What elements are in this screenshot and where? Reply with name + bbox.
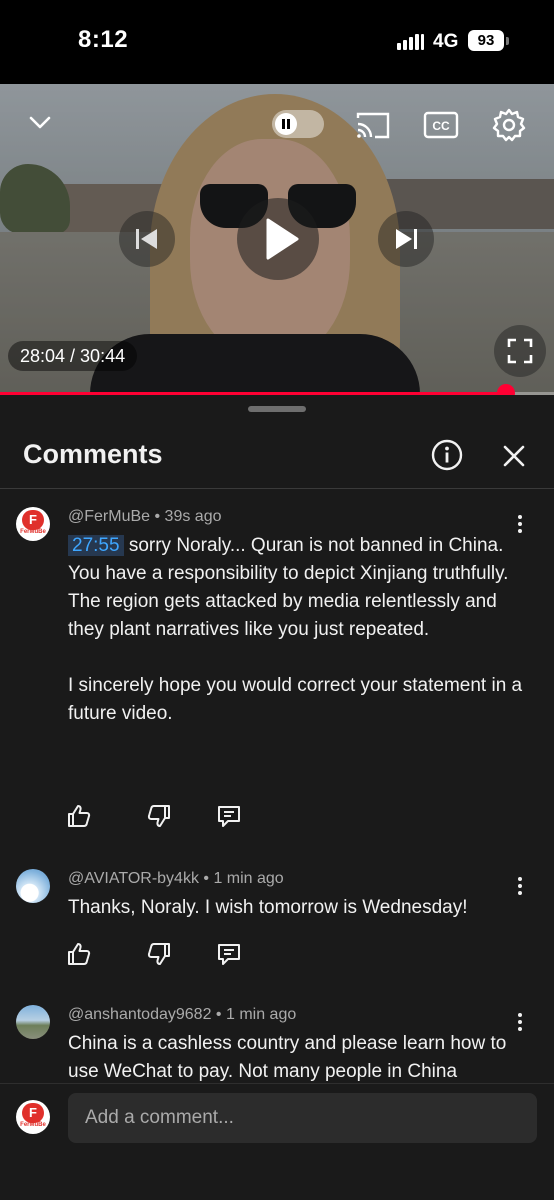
reply-icon[interactable]	[216, 803, 242, 829]
comment-line: You have a responsibility to depict Xinj…	[68, 563, 509, 584]
avatar[interactable]	[16, 1005, 50, 1039]
comment-line: The region gets attacked by media relent…	[68, 591, 497, 640]
comment-line: I sincerely hope you would correct your …	[68, 675, 523, 724]
svg-text:CC: CC	[432, 119, 450, 133]
chevron-down-icon[interactable]	[25, 108, 55, 138]
status-time: 8:12	[78, 26, 129, 53]
avatar[interactable]	[16, 869, 50, 903]
pause-icon	[275, 113, 297, 135]
add-comment-input[interactable]	[68, 1093, 537, 1143]
comment-meta: @anshantoday9682 • 1 min ago	[68, 1006, 297, 1023]
comment-age: 1 min ago	[213, 870, 284, 887]
dislike-icon[interactable]	[146, 941, 172, 967]
close-icon[interactable]	[499, 441, 529, 471]
avatar-logo-text: FerMuBe	[20, 1122, 46, 1128]
comments-title: Comments	[23, 439, 163, 469]
like-icon[interactable]	[66, 803, 92, 829]
status-bar: 8:12 4G 93	[0, 0, 554, 84]
comment-author[interactable]: @anshantoday9682	[68, 1006, 211, 1023]
reply-icon[interactable]	[216, 941, 242, 967]
settings-gear-icon[interactable]	[490, 106, 528, 144]
timestamp-link[interactable]: 27:55	[68, 535, 124, 556]
comment-item: @anshantoday9682 • 1 min ago China is a …	[0, 1003, 554, 1083]
previous-icon[interactable]	[119, 211, 175, 267]
video-player[interactable]: CC 28:04 / 30:44	[0, 84, 554, 395]
comment-age: 1 min ago	[225, 1006, 297, 1023]
battery-icon: 93	[468, 30, 504, 51]
comment-age: 39s ago	[164, 508, 222, 525]
comment-text: 27:55 sorry Noraly... Quran is not banne…	[68, 532, 528, 728]
comment-meta: @FerMuBe • 39s ago	[68, 508, 222, 525]
header-divider	[0, 488, 554, 489]
video-scrubber-handle[interactable]	[496, 384, 515, 395]
avatar-logo-text: FerMuBe	[20, 529, 46, 535]
info-icon[interactable]	[431, 439, 463, 471]
comment-meta: @AVIATOR-by4kk • 1 min ago	[68, 870, 284, 887]
avatar-logo-letter: F	[22, 510, 44, 530]
composer-divider	[0, 1083, 554, 1084]
avatar-logo-letter: F	[22, 1103, 44, 1123]
video-timecode: 28:04 / 30:44	[8, 341, 138, 371]
avatar[interactable]: F FerMuBe	[16, 507, 50, 541]
signal-strength-icon	[397, 32, 425, 50]
like-icon[interactable]	[66, 941, 92, 967]
battery-tip	[506, 37, 509, 45]
avatar: F FerMuBe	[16, 1100, 50, 1134]
network-type: 4G	[433, 31, 459, 52]
sheet-drag-handle[interactable]	[248, 406, 306, 412]
comment-text: China is a cashless country and please l…	[68, 1033, 507, 1082]
comment-line: sorry Noraly... Quran is not banned in C…	[128, 535, 504, 556]
next-icon[interactable]	[378, 211, 434, 267]
cast-icon[interactable]	[355, 110, 391, 140]
play-icon[interactable]	[237, 198, 319, 280]
autoplay-toggle[interactable]	[272, 110, 324, 138]
fullscreen-icon[interactable]	[494, 325, 546, 377]
comment-author[interactable]: @AVIATOR-by4kk	[68, 870, 199, 887]
dislike-icon[interactable]	[146, 803, 172, 829]
captions-icon[interactable]: CC	[423, 110, 459, 140]
comment-author[interactable]: @FerMuBe	[68, 508, 150, 525]
comment-actions	[66, 941, 256, 971]
comment-actions	[66, 803, 256, 833]
comment-text: Thanks, Noraly. I wish tomorrow is Wedne…	[68, 897, 468, 918]
